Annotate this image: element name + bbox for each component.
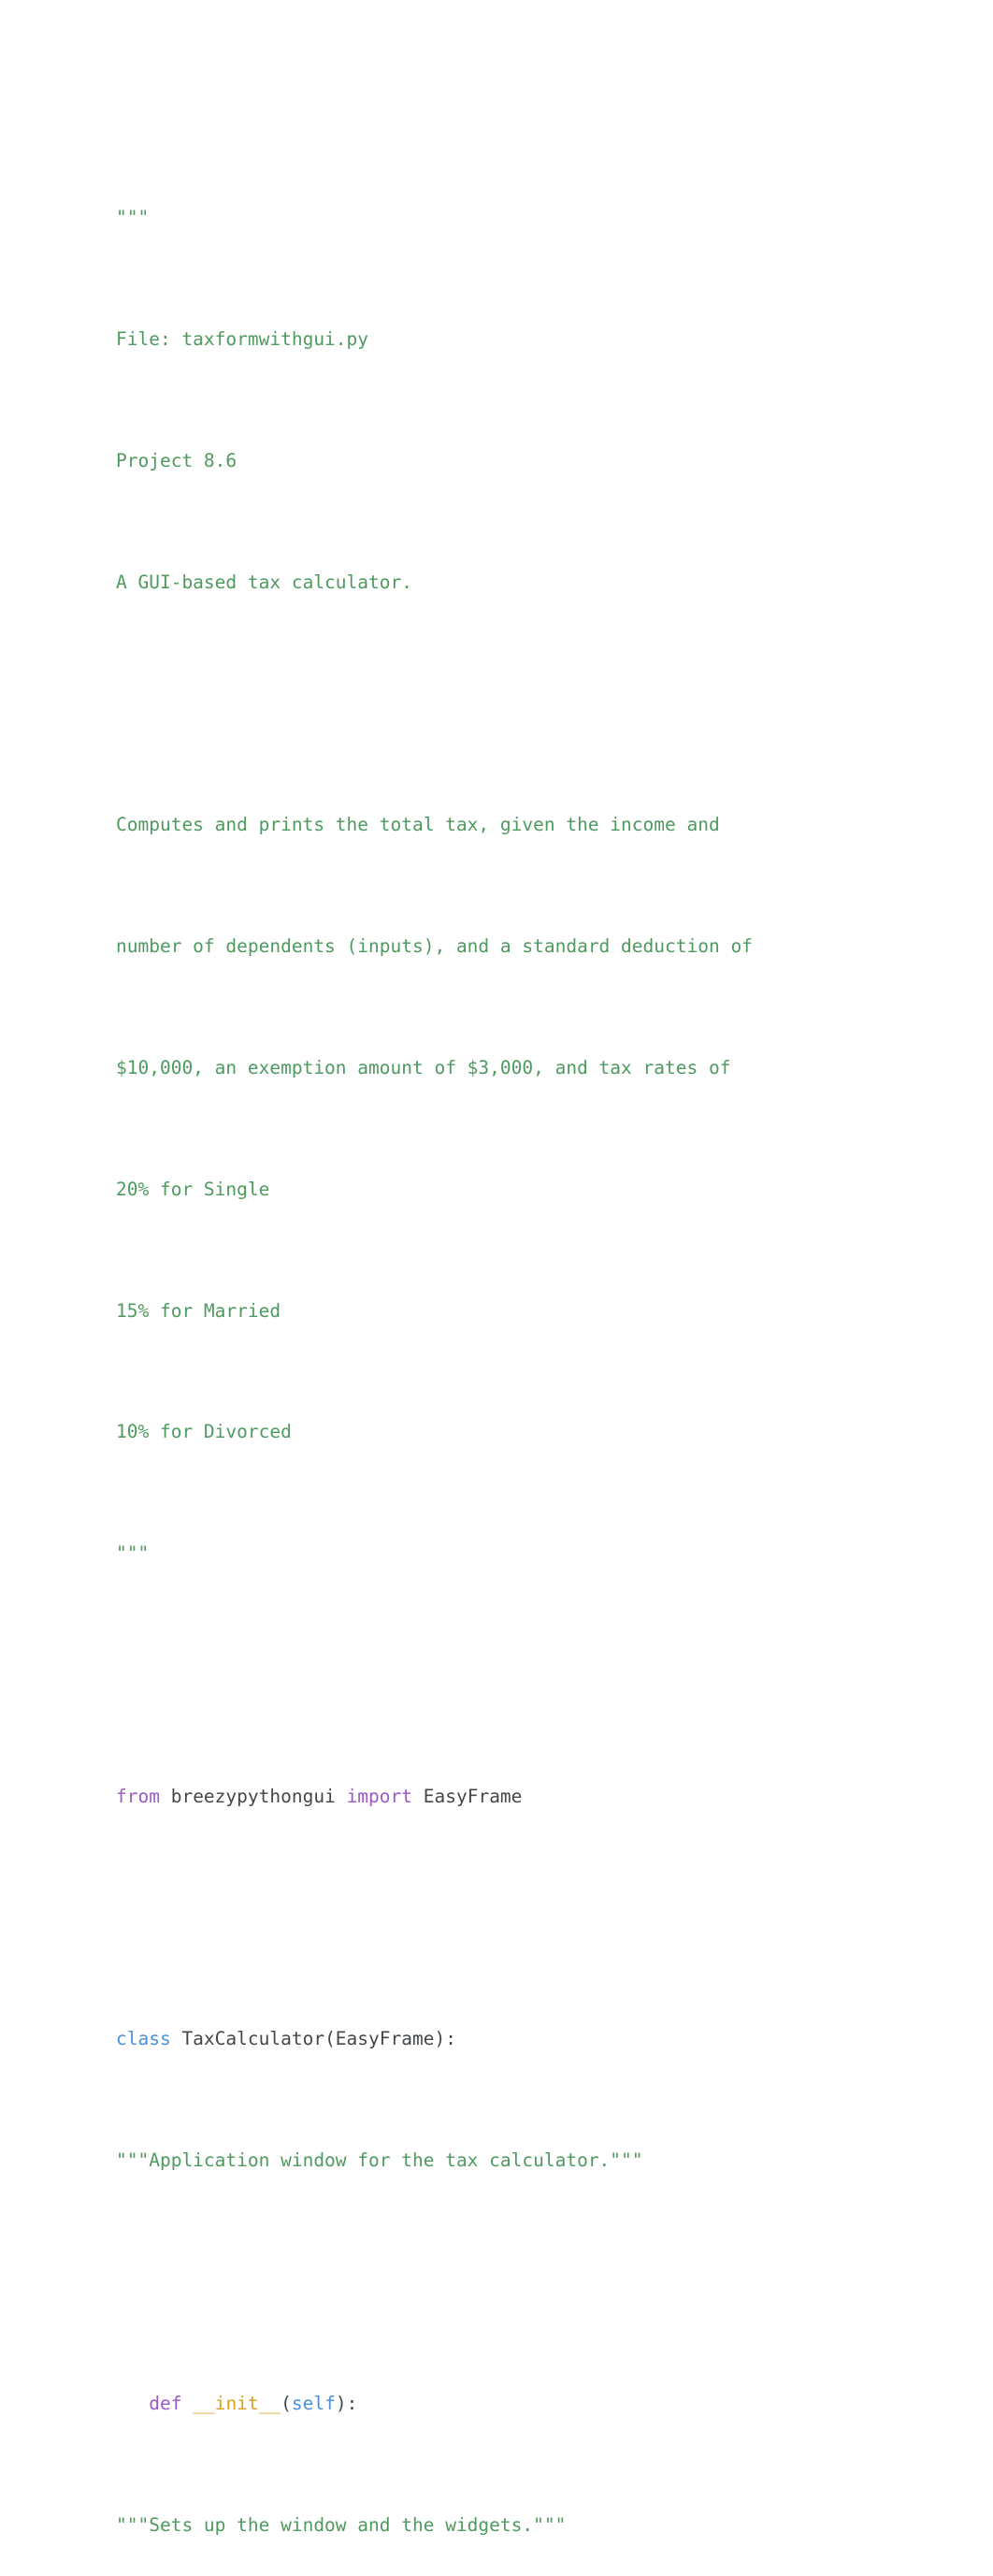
docstring-file-label: File: taxformwithgui.py <box>116 328 369 351</box>
docstring-summary: A GUI-based tax calculator. <box>116 571 412 593</box>
module-breezypythongui: breezypythongui <box>159 1785 347 1807</box>
keyword-from: from <box>116 1785 160 1807</box>
code-line-11: 10% for Divorced <box>116 1417 993 1447</box>
code-line-12: """ <box>116 1539 993 1569</box>
function-name-init: __init__ <box>193 2392 281 2414</box>
code-line-14-import: from breezypythongui import EasyFrame <box>116 1782 993 1812</box>
code-line-8: $10,000, an exemption amount of $3,000, … <box>116 1053 993 1083</box>
docstring-description-line-1: Computes and prints the total tax, given… <box>116 814 720 836</box>
code-line-19-def-init: def __init__(self): <box>116 2389 993 2419</box>
keyword-import: import <box>346 1785 413 1807</box>
code-line-18-blank <box>116 2267 993 2297</box>
class-name-taxcalculator: TaxCalculator(EasyFrame): <box>170 2028 456 2050</box>
docstring-rate-married: 15% for Married <box>116 1299 281 1322</box>
imported-class-easyframe: EasyFrame <box>412 1785 523 1807</box>
param-self: self <box>291 2392 336 2414</box>
docstring-description-line-2: number of dependents (inputs), and a sta… <box>116 935 753 958</box>
code-line-20-init-docstring: """Sets up the window and the widgets.""… <box>116 2511 993 2540</box>
code-line-4: A GUI-based tax calculator. <box>116 568 993 598</box>
init-docstring: """Sets up the window and the widgets.""… <box>116 2513 567 2536</box>
docstring-open-delimiter: """ <box>116 207 150 229</box>
code-line-9: 20% for Single <box>116 1175 993 1205</box>
class-docstring: """Application window for the tax calcul… <box>116 2149 643 2172</box>
code-line-6: Computes and prints the total tax, given… <box>116 810 993 840</box>
docstring-rate-divorced: 10% for Divorced <box>116 1421 292 1443</box>
docstring-close-delimiter: """ <box>116 1542 150 1565</box>
code-line-10: 15% for Married <box>116 1296 993 1326</box>
code-line-2: File: taxformwithgui.py <box>116 325 993 355</box>
code-line-16-class-declaration: class TaxCalculator(EasyFrame): <box>116 2024 993 2054</box>
code-line-1: """ <box>116 203 993 233</box>
python-code-listing: """ File: taxformwithgui.py Project 8.6 … <box>116 112 993 2576</box>
docstring-rate-single: 20% for Single <box>116 1178 270 1200</box>
docstring-project-label: Project 8.6 <box>116 449 237 471</box>
code-line-13-blank <box>116 1660 993 1690</box>
code-line-15-blank <box>116 1903 993 1933</box>
document-page: """ File: taxformwithgui.py Project 8.6 … <box>0 0 993 2536</box>
code-line-3: Project 8.6 <box>116 446 993 476</box>
code-line-5-blank <box>116 689 993 719</box>
init-paren-close: ): <box>335 2392 358 2414</box>
code-line-7: number of dependents (inputs), and a sta… <box>116 932 993 962</box>
init-paren-open: ( <box>281 2392 292 2414</box>
docstring-description-line-3: $10,000, an exemption amount of $3,000, … <box>116 1056 731 1078</box>
code-line-17-class-docstring: """Application window for the tax calcul… <box>116 2146 993 2176</box>
keyword-class: class <box>116 2028 171 2050</box>
keyword-def: def <box>149 2392 182 2414</box>
